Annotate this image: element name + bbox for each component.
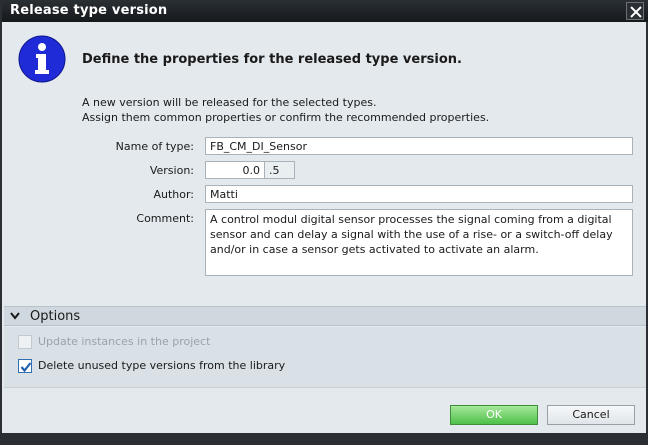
name-of-type-label: Name of type: bbox=[115, 140, 194, 153]
release-type-version-dialog: Release type version Define the properti… bbox=[0, 0, 648, 445]
author-label: Author: bbox=[153, 188, 194, 201]
delete-unused-checkbox[interactable] bbox=[18, 359, 32, 373]
options-panel: Update instances in the project Delete u… bbox=[4, 327, 646, 387]
options-title: Options bbox=[30, 309, 81, 324]
close-button[interactable] bbox=[626, 2, 644, 20]
version-suffix: .5 bbox=[264, 161, 295, 179]
description-line-2: Assign them common properties or confirm… bbox=[82, 111, 490, 124]
cancel-button[interactable]: Cancel bbox=[547, 405, 635, 425]
ok-button[interactable]: OK bbox=[450, 405, 538, 425]
version-input[interactable]: 0.0 bbox=[205, 161, 265, 179]
title-bar: Release type version bbox=[2, 0, 648, 22]
delete-unused-label: Delete unused type versions from the lib… bbox=[38, 359, 286, 372]
version-label: Version: bbox=[149, 164, 194, 177]
window-title: Release type version bbox=[10, 3, 168, 18]
window-bottom-edge bbox=[0, 433, 648, 445]
name-of-type-input[interactable]: FB_CM_DI_Sensor bbox=[205, 137, 633, 155]
close-icon bbox=[630, 6, 642, 18]
comment-label: Comment: bbox=[136, 212, 194, 225]
update-instances-checkbox[interactable] bbox=[18, 335, 32, 349]
dialog-heading: Define the properties for the released t… bbox=[82, 52, 462, 67]
description: A new version will be released for the s… bbox=[82, 95, 489, 125]
comment-textarea[interactable]: A control modul digital sensor processes… bbox=[205, 209, 633, 276]
checkmark-icon bbox=[20, 362, 32, 373]
update-instances-label: Update instances in the project bbox=[38, 335, 211, 348]
description-line-1: A new version will be released for the s… bbox=[82, 96, 377, 109]
info-icon bbox=[18, 35, 66, 83]
author-input[interactable]: Matti bbox=[205, 185, 633, 203]
options-section-header[interactable]: Options bbox=[4, 306, 646, 326]
button-bar: OK Cancel bbox=[4, 387, 646, 433]
chevron-down-icon bbox=[10, 312, 20, 320]
